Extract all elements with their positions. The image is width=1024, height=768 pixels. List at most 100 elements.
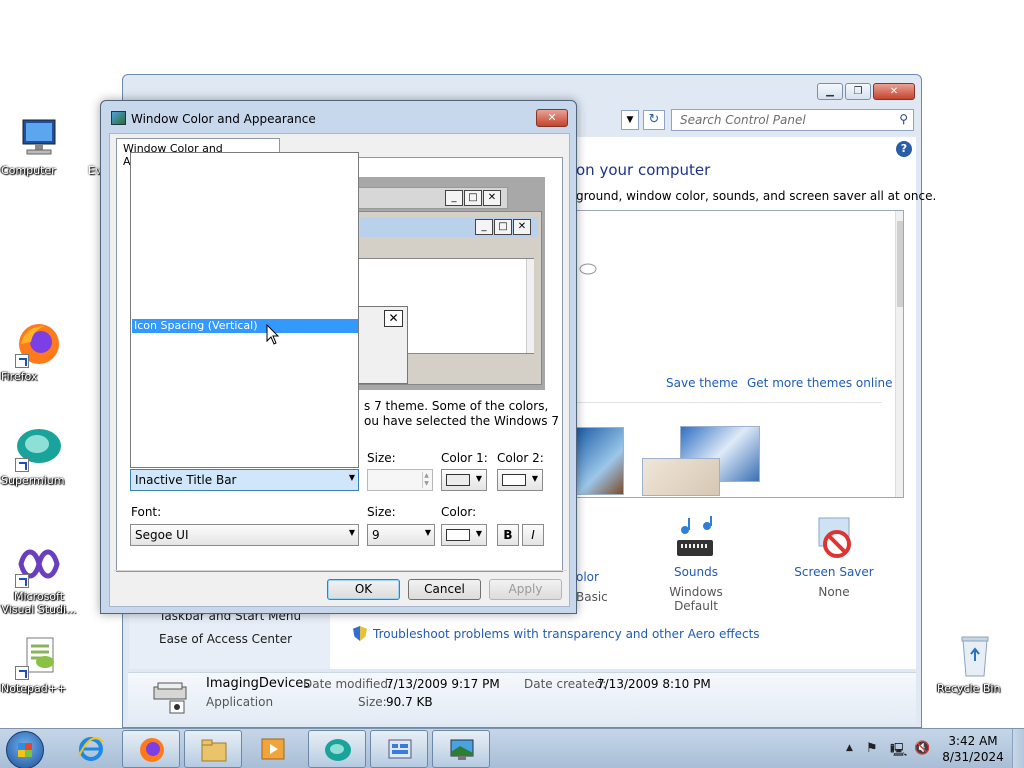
refresh-button[interactable]: ↻ xyxy=(643,110,665,130)
taskbar-firefox[interactable] xyxy=(122,730,180,768)
file-name: ImagingDevices xyxy=(206,676,311,691)
mouse-cursor-icon xyxy=(266,324,280,345)
dialog-separator xyxy=(114,570,567,571)
address-dropdown-button[interactable]: ▼ xyxy=(621,110,639,130)
italic-button[interactable]: I xyxy=(522,524,544,546)
get-more-themes-link[interactable]: Get more themes online xyxy=(747,376,893,390)
start-button[interactable] xyxy=(6,731,44,768)
desktop-icon-label: Supermium xyxy=(1,474,65,487)
theme-thumbnail[interactable] xyxy=(642,458,720,496)
font-size-value: 9 xyxy=(372,528,380,542)
taskbar-supermium[interactable] xyxy=(308,730,366,768)
theme-gallery-scrollbar[interactable] xyxy=(895,211,903,497)
shortcut-arrow-icon xyxy=(15,666,29,680)
desktop-icon-supermium[interactable]: Supermium xyxy=(1,424,77,487)
screen-saver-subtitle: None xyxy=(818,585,850,599)
item-dropdown-list[interactable]: Icon Spacing (Vertical) xyxy=(130,152,359,468)
desktop-icon-label: Recycle Bin xyxy=(937,682,1001,695)
description-line: ou have selected the Windows 7 xyxy=(364,414,560,428)
search-input[interactable]: Search Control Panel ⚲ xyxy=(671,109,914,131)
color2-picker[interactable]: ▼ xyxy=(497,469,543,491)
network-icon[interactable]: 🖳 xyxy=(890,741,907,763)
bold-button[interactable]: B xyxy=(497,524,519,546)
page-title: on your computer xyxy=(576,161,711,179)
ease-of-access-link[interactable]: Ease of Access Center xyxy=(159,632,292,646)
spinner-arrows-icon[interactable]: ▲ ▼ xyxy=(422,472,430,488)
color1-picker[interactable]: ▼ xyxy=(441,469,487,491)
taskbar-control-panel[interactable] xyxy=(370,730,428,768)
color2-label: Color 2: xyxy=(497,451,544,465)
close-icon: ✕ xyxy=(513,219,531,235)
visual-studio-icon xyxy=(15,540,63,588)
chevron-down-icon: ▼ xyxy=(348,473,355,482)
computer-icon xyxy=(15,114,63,162)
desktop-icon-recycle-bin[interactable]: Recycle Bin xyxy=(937,632,1013,695)
cancel-button[interactable]: Cancel xyxy=(408,579,481,600)
font-size-combo[interactable]: 9 ▼ xyxy=(367,524,435,546)
notepad-plus-plus-icon xyxy=(15,632,63,680)
imaging-devices-icon xyxy=(153,682,187,714)
supermium-icon xyxy=(15,424,63,472)
dialog-title: Window Color and Appearance xyxy=(131,112,316,126)
item-size-spinner[interactable]: ▲ ▼ xyxy=(367,469,433,491)
show-desktop-button[interactable] xyxy=(1012,729,1024,768)
taskbar-internet-explorer[interactable] xyxy=(62,730,120,768)
search-icon[interactable]: ⚲ xyxy=(899,112,908,126)
internet-explorer-icon xyxy=(78,737,104,761)
desktop-icon-notepad-plus-plus[interactable]: Notepad++ xyxy=(1,632,77,695)
preview-inactive-caption-buttons: _ □ ✕ xyxy=(445,190,501,206)
page-subtitle: ground, window color, sounds, and screen… xyxy=(576,189,937,203)
desktop-icon-computer[interactable]: Computer xyxy=(1,114,77,177)
firefox-icon xyxy=(15,320,63,368)
size-label: Size: xyxy=(358,695,387,709)
color1-label: Color 1: xyxy=(441,451,488,465)
minimize-icon: _ xyxy=(445,190,463,206)
screen-saver-item[interactable]: Screen Saver None xyxy=(788,516,880,599)
minimize-button[interactable]: ▁ xyxy=(817,83,843,100)
ok-button[interactable]: OK xyxy=(327,579,400,600)
maximize-button[interactable]: ❐ xyxy=(845,83,871,100)
size-value: 90.7 KB xyxy=(386,695,433,709)
taskbar-media-player[interactable] xyxy=(244,730,302,768)
system-clock[interactable]: 3:42 AM 8/31/2024 xyxy=(940,733,1006,765)
troubleshoot-link[interactable]: Troubleshoot problems with transparency … xyxy=(353,626,760,641)
font-combo[interactable]: Segoe UI ▼ xyxy=(130,524,359,546)
close-button[interactable]: ✕ xyxy=(873,83,915,100)
dialog-close-button[interactable]: ✕ xyxy=(536,109,568,127)
date-modified-label: Date modified: xyxy=(303,677,393,691)
font-label: Font: xyxy=(131,505,162,519)
folder-icon xyxy=(201,739,227,762)
taskbar: ▲ ⚑ 🖳 🔇 3:42 AM 8/31/2024 xyxy=(0,728,1024,768)
show-hidden-icons-button[interactable]: ▲ xyxy=(846,743,853,753)
theme-separator xyxy=(576,402,882,403)
mouse-icon xyxy=(579,263,597,275)
volume-muted-icon[interactable]: 🔇 xyxy=(914,741,930,756)
sounds-subtitle: Windows Default xyxy=(669,585,723,613)
clock-time: 3:42 AM xyxy=(948,734,998,748)
theme-thumbnail[interactable] xyxy=(576,427,624,495)
supermium-icon xyxy=(325,739,351,761)
item-combo[interactable]: Inactive Title Bar ▼ xyxy=(130,469,359,491)
chevron-down-icon: ▼ xyxy=(424,528,431,537)
apply-button[interactable]: Apply xyxy=(489,579,562,600)
list-item-selected[interactable]: Icon Spacing (Vertical) xyxy=(132,319,358,333)
recycle-bin-icon xyxy=(951,632,999,680)
font-color-picker[interactable]: ▼ xyxy=(441,524,487,546)
maximize-icon: □ xyxy=(464,190,482,206)
dialog-app-icon xyxy=(111,111,126,125)
font-color-swatch xyxy=(446,529,470,541)
scrollbar-thumb[interactable] xyxy=(897,221,903,307)
sounds-item[interactable]: Sounds Windows Default xyxy=(650,516,742,613)
help-icon[interactable]: ? xyxy=(896,141,912,157)
chevron-down-icon: ▼ xyxy=(531,474,538,483)
action-center-flag-icon[interactable]: ⚑ xyxy=(866,741,878,756)
close-icon: ✕ xyxy=(483,190,501,206)
save-theme-link[interactable]: Save theme xyxy=(666,376,738,390)
window-color-title: olor xyxy=(576,570,599,584)
display-icon xyxy=(450,739,474,760)
desktop-icon-visual-studio[interactable]: Microsoft Visual Studi... xyxy=(1,540,77,616)
taskbar-file-explorer[interactable] xyxy=(184,730,242,768)
taskbar-window-color-appearance[interactable] xyxy=(432,730,490,768)
window-color-item[interactable]: olor Basic xyxy=(576,570,608,604)
desktop-icon-firefox[interactable]: Firefox xyxy=(1,320,77,383)
